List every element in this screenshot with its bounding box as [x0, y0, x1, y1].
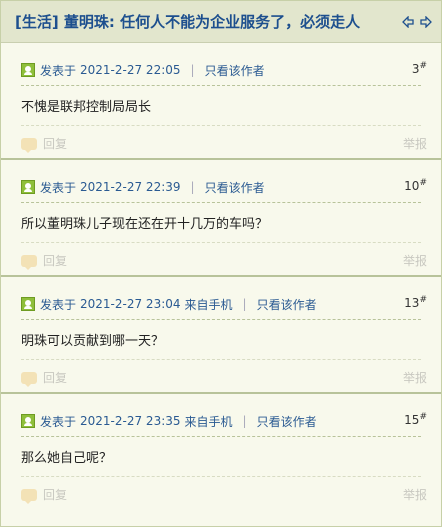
- thread-header: [生活] 董明珠: 任何人不能为企业服务了，必须走人: [1, 1, 441, 43]
- user-avatar-icon[interactable]: [21, 414, 35, 428]
- post-date: 2021-2-27 23:04: [80, 297, 181, 311]
- posted-label: 发表于: [40, 63, 77, 78]
- next-thread-icon[interactable]: [419, 15, 433, 29]
- post-actions: 回复 举报: [21, 252, 427, 270]
- floor-suffix: #: [419, 178, 427, 188]
- post-meta: 发表于 2021-2-27 22:39 | 只看该作者 10#: [21, 176, 427, 198]
- report-button[interactable]: 举报: [403, 135, 427, 152]
- thread-title[interactable]: [生活] 董明珠: 任何人不能为企业服务了，必须走人: [15, 11, 397, 32]
- divider: [21, 125, 421, 126]
- only-author-link[interactable]: 只看该作者: [257, 413, 317, 430]
- post: 发表于 2021-2-27 23:35 来自手机 | 只看该作者 15# 那么她…: [1, 394, 441, 511]
- meta-separator: |: [190, 180, 195, 194]
- post-date: 2021-2-27 23:35: [80, 414, 181, 428]
- floor-value: 15: [404, 413, 420, 427]
- reply-button[interactable]: 回复: [43, 486, 67, 503]
- user-avatar-icon[interactable]: [21, 63, 35, 77]
- floor-number[interactable]: 13#: [404, 295, 427, 310]
- floor-number[interactable]: 10#: [404, 178, 427, 193]
- floor-value: 13: [404, 296, 420, 310]
- post: 发表于 2021-2-27 22:05 | 只看该作者 3# 不愧是联邦控制局局…: [1, 43, 441, 160]
- post-meta: 发表于 2021-2-27 23:04 来自手机 | 只看该作者 13#: [21, 293, 427, 315]
- only-author-link[interactable]: 只看该作者: [205, 179, 265, 196]
- user-avatar-icon[interactable]: [21, 180, 35, 194]
- reply-button[interactable]: 回复: [43, 369, 67, 386]
- divider: [21, 202, 421, 203]
- report-button[interactable]: 举报: [403, 486, 427, 503]
- post-source: 来自手机: [184, 297, 233, 312]
- floor-value: 10: [404, 179, 420, 193]
- post-source: 来自手机: [184, 414, 233, 429]
- post-body: 不愧是联邦控制局局长: [21, 100, 152, 115]
- posted-label: 发表于: [40, 414, 77, 429]
- floor-suffix: #: [419, 412, 427, 422]
- report-button[interactable]: 举报: [403, 369, 427, 386]
- divider: [21, 436, 421, 437]
- reply-button[interactable]: 回复: [43, 135, 67, 152]
- posted-label: 发表于: [40, 180, 77, 195]
- reply-icon: [21, 488, 37, 504]
- post-meta: 发表于 2021-2-27 23:35 来自手机 | 只看该作者 15#: [21, 410, 427, 432]
- post-actions: 回复 举报: [21, 486, 427, 504]
- post-body: 那么她自己呢？: [21, 451, 113, 466]
- divider: [21, 359, 421, 360]
- floor-number[interactable]: 15#: [404, 412, 427, 427]
- post: 发表于 2021-2-27 23:04 来自手机 | 只看该作者 13# 明珠可…: [1, 277, 441, 394]
- floor-suffix: #: [419, 295, 427, 305]
- meta-separator: |: [242, 297, 247, 311]
- thread-page: [生活] 董明珠: 任何人不能为企业服务了，必须走人 发表于 2021-2-27…: [0, 0, 442, 527]
- divider: [21, 242, 421, 243]
- post-body: 明珠可以贡献到哪一天？: [21, 334, 165, 349]
- meta-separator: |: [190, 63, 195, 77]
- user-avatar-icon[interactable]: [21, 297, 35, 311]
- post-actions: 回复 举报: [21, 369, 427, 387]
- thread-nav: [401, 15, 433, 29]
- reply-icon: [21, 137, 37, 153]
- prev-thread-icon[interactable]: [401, 15, 415, 29]
- reply-button[interactable]: 回复: [43, 252, 67, 269]
- divider: [21, 85, 421, 86]
- post-meta: 发表于 2021-2-27 22:05 | 只看该作者 3#: [21, 59, 427, 81]
- reply-icon: [21, 371, 37, 387]
- only-author-link[interactable]: 只看该作者: [205, 62, 265, 79]
- divider: [21, 319, 421, 320]
- posted-label: 发表于: [40, 297, 77, 312]
- report-button[interactable]: 举报: [403, 252, 427, 269]
- post-body: 所以董明珠儿子现在还在开十几万的车吗？: [21, 217, 269, 232]
- meta-separator: |: [242, 414, 247, 428]
- only-author-link[interactable]: 只看该作者: [257, 296, 317, 313]
- post-date: 2021-2-27 22:05: [80, 63, 181, 77]
- post-actions: 回复 举报: [21, 135, 427, 153]
- floor-suffix: #: [419, 61, 427, 71]
- post: 发表于 2021-2-27 22:39 | 只看该作者 10# 所以董明珠儿子现…: [1, 160, 441, 277]
- floor-number[interactable]: 3#: [412, 61, 427, 76]
- reply-icon: [21, 254, 37, 270]
- post-date: 2021-2-27 22:39: [80, 180, 181, 194]
- divider: [21, 476, 421, 477]
